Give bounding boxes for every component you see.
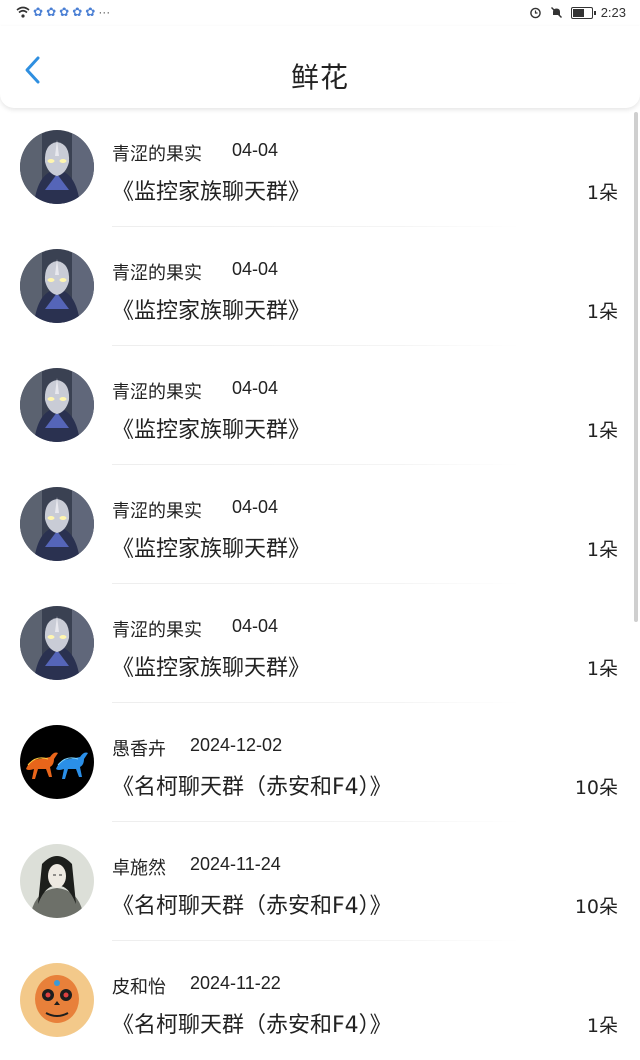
flower-count: 1朵 <box>586 1015 618 1037</box>
flower-count: 10朵 <box>574 777 618 799</box>
scrollbar[interactable] <box>634 112 638 622</box>
list-item[interactable]: 青涩的果实 04-04 《监控家族聊天群》 1朵 <box>0 584 640 703</box>
flower-count: 10朵 <box>574 896 618 918</box>
clock: 2:23 <box>600 5 626 20</box>
flower-count: 1朵 <box>586 420 618 442</box>
list-item[interactable]: 青涩的果实 04-04 《监控家族聊天群》 1朵 <box>0 108 640 227</box>
sender-name: 青涩的果实 <box>112 263 202 284</box>
list-item[interactable]: 青涩的果实 04-04 《监控家族聊天群》 1朵 <box>0 346 640 465</box>
sender-name: 青涩的果实 <box>112 501 202 522</box>
flower-count: 1朵 <box>586 182 618 204</box>
send-date: 04-04 <box>232 259 279 279</box>
avatar[interactable] <box>20 606 94 680</box>
flower-list: 青涩的果实 04-04 《监控家族聊天群》 1朵 青涩的果实 04-04 《监控… <box>0 108 640 1060</box>
alarm-icon <box>529 7 541 19</box>
group-name: 《监控家族聊天群》 <box>112 656 311 681</box>
sender-name: 青涩的果实 <box>112 144 202 165</box>
battery-icon <box>570 6 596 19</box>
sender-name: 青涩的果实 <box>112 382 202 403</box>
group-name: 《监控家族聊天群》 <box>112 537 311 562</box>
send-date: 2024-12-02 <box>190 735 283 755</box>
status-left: ✿ ✿ ✿ ✿ ✿ ··· <box>16 5 110 19</box>
app-icon: ✿ <box>59 5 70 19</box>
send-date: 2024-11-22 <box>190 973 281 993</box>
mute-icon <box>550 7 562 18</box>
group-name: 《名柯聊天群（赤安和F4）》 <box>112 1013 392 1038</box>
page-title: 鲜花 <box>290 61 349 94</box>
avatar[interactable] <box>20 368 94 442</box>
send-date: 04-04 <box>232 140 279 160</box>
flower-count: 1朵 <box>586 301 618 323</box>
list-item[interactable]: 卓施然 2024-11-24 《名柯聊天群（赤安和F4）》 10朵 <box>0 822 640 941</box>
sender-name: 青涩的果实 <box>112 620 202 641</box>
send-date: 04-04 <box>232 616 279 636</box>
app-icon: ✿ <box>46 5 57 19</box>
group-name: 《名柯聊天群（赤安和F4）》 <box>112 894 392 919</box>
app-icon: ✿ <box>85 5 96 19</box>
avatar[interactable] <box>20 844 94 918</box>
group-name: 《监控家族聊天群》 <box>112 299 311 324</box>
sender-name: 卓施然 <box>112 858 166 879</box>
send-date: 2024-11-24 <box>190 854 281 874</box>
status-right: 2:23 <box>529 5 626 20</box>
sender-name: 愚香卉 <box>112 739 166 760</box>
avatar[interactable] <box>20 963 94 1037</box>
avatar[interactable] <box>20 725 94 799</box>
sender-name: 皮和怡 <box>112 977 166 998</box>
avatar[interactable] <box>20 130 94 204</box>
list-item[interactable]: 愚香卉 2024-12-02 《名柯聊天群（赤安和F4）》 10朵 <box>0 703 640 822</box>
list-item[interactable]: 青涩的果实 04-04 《监控家族聊天群》 1朵 <box>0 227 640 346</box>
list-item[interactable]: 皮和怡 2024-11-22 《名柯聊天群（赤安和F4）》 1朵 <box>0 941 640 1060</box>
nav-bar: 鲜花 <box>0 26 640 108</box>
status-bar: ✿ ✿ ✿ ✿ ✿ ··· 2:23 <box>0 0 640 26</box>
flower-count: 1朵 <box>586 658 618 680</box>
send-date: 04-04 <box>232 497 279 517</box>
app-icon: ✿ <box>33 5 44 19</box>
avatar[interactable] <box>20 487 94 561</box>
avatar[interactable] <box>20 249 94 323</box>
app-icon: ✿ <box>72 5 83 19</box>
more-notifications: ··· <box>98 5 111 19</box>
group-name: 《名柯聊天群（赤安和F4）》 <box>112 775 392 800</box>
wifi-icon <box>16 6 30 18</box>
flower-count: 1朵 <box>586 539 618 561</box>
list-item[interactable]: 青涩的果实 04-04 《监控家族聊天群》 1朵 <box>0 465 640 584</box>
group-name: 《监控家族聊天群》 <box>112 418 311 443</box>
group-name: 《监控家族聊天群》 <box>112 180 311 205</box>
send-date: 04-04 <box>232 378 279 398</box>
